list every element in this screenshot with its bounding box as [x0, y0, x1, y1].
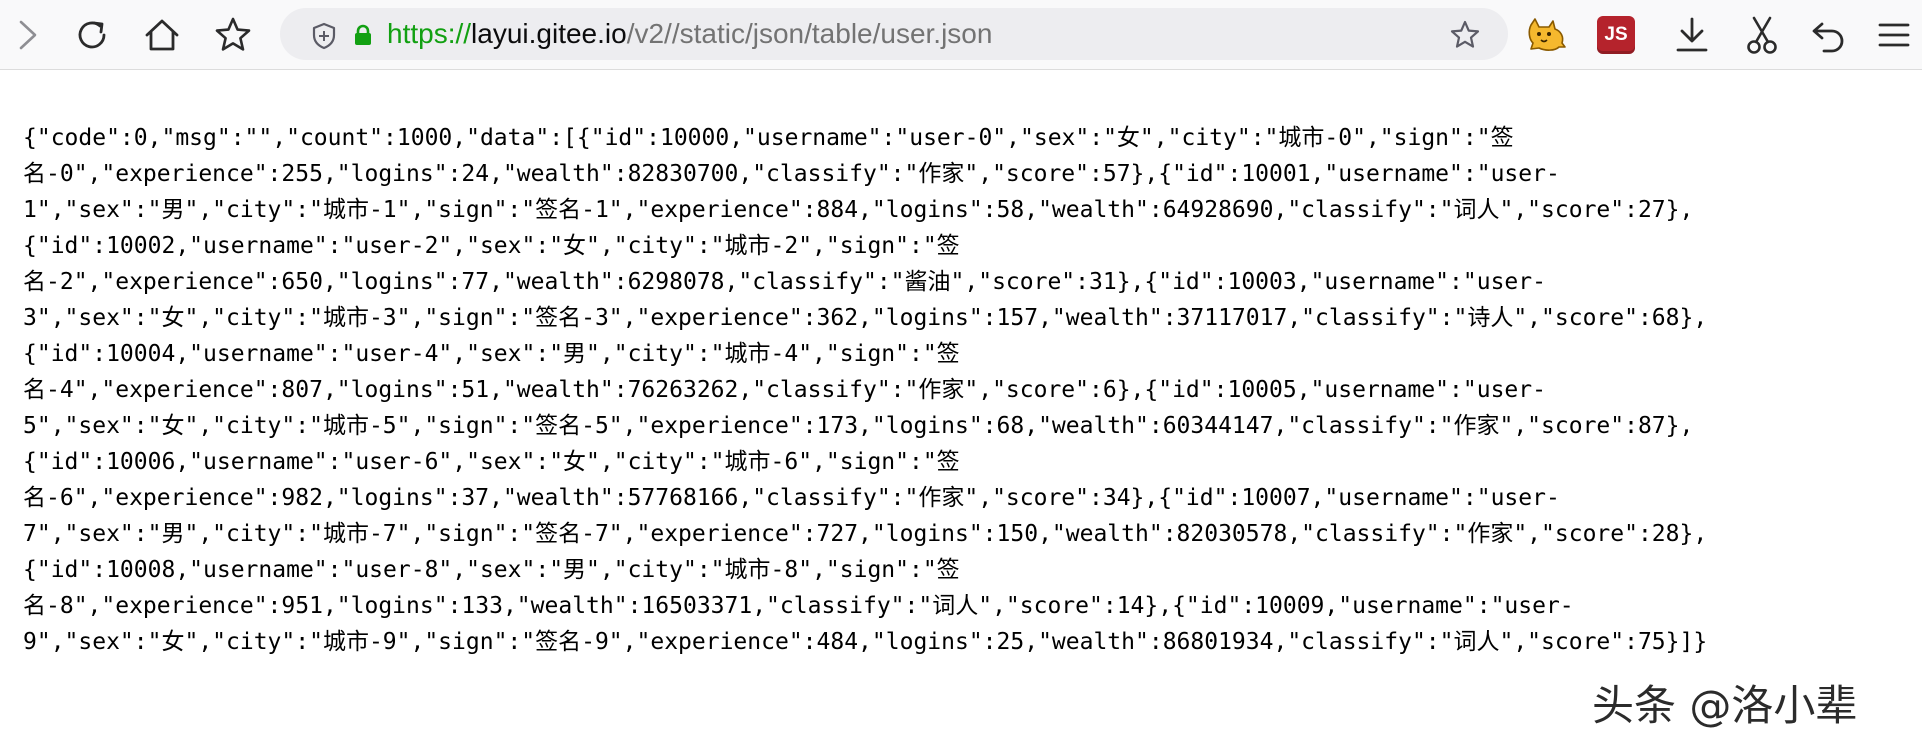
- tampermonkey-extension-button[interactable]: [1522, 11, 1570, 59]
- forward-button[interactable]: [6, 13, 50, 57]
- watermark-text: 头条 @洛小辈: [1592, 681, 1858, 730]
- home-icon: [145, 19, 179, 51]
- url-bar[interactable]: https://layui.gitee.io/v2//static/json/t…: [280, 8, 1508, 60]
- js-badge-icon: JS: [1597, 16, 1635, 54]
- shield-icon[interactable]: [310, 22, 338, 50]
- star-outline-icon[interactable]: [1450, 20, 1480, 50]
- json-raw-text: {"code":0,"msg":"","count":1000,"data":[…: [23, 125, 1708, 655]
- hamburger-menu-icon: [1878, 23, 1910, 47]
- lock-icon[interactable]: [353, 24, 373, 46]
- home-button[interactable]: [140, 13, 184, 57]
- url-scheme: https://: [387, 18, 472, 49]
- chevron-right-icon: [19, 20, 37, 50]
- browser-toolbar: https://layui.gitee.io/v2//static/json/t…: [0, 0, 1922, 70]
- download-icon: [1676, 17, 1708, 52]
- url-text[interactable]: https://layui.gitee.io/v2//static/json/t…: [387, 8, 992, 60]
- reload-button[interactable]: [70, 13, 114, 57]
- url-host: layui.gitee.io: [471, 18, 627, 49]
- screenshot-button[interactable]: [1738, 11, 1786, 59]
- menu-button[interactable]: [1870, 11, 1918, 59]
- star-outline-icon: [215, 17, 251, 51]
- scissors-icon: [1747, 16, 1777, 54]
- js-extension-button[interactable]: JS: [1592, 11, 1640, 59]
- reload-icon: [78, 21, 106, 49]
- tampermonkey-cat-icon: [1528, 18, 1566, 51]
- url-path: /v2//static/json/table/user.json: [626, 18, 993, 49]
- undo-button[interactable]: [1805, 11, 1853, 59]
- downloads-button[interactable]: [1668, 11, 1716, 59]
- bookmarks-button[interactable]: [211, 13, 255, 57]
- undo-icon: [1812, 22, 1844, 53]
